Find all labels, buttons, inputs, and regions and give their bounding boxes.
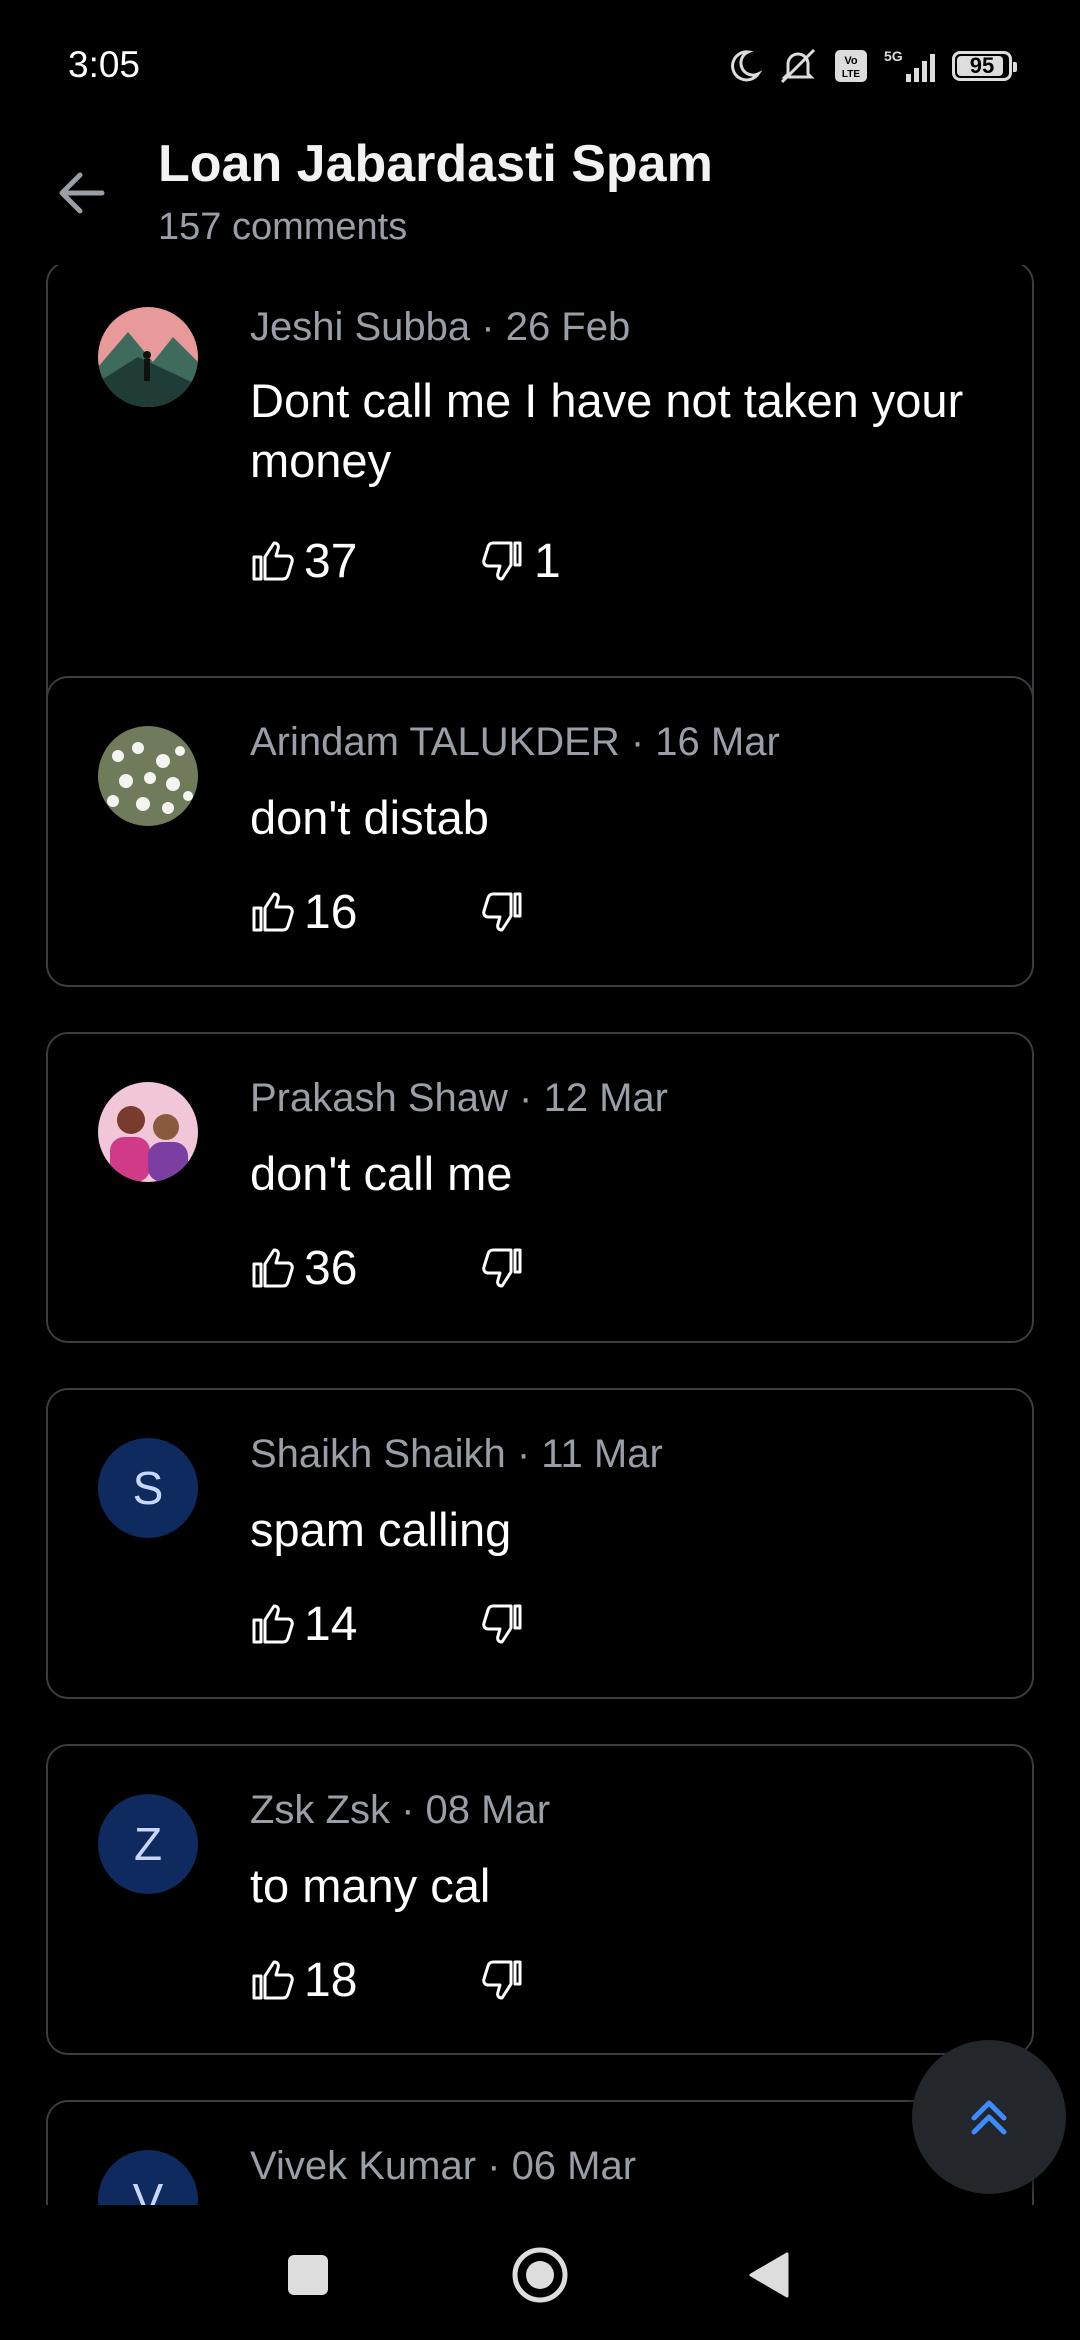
like-count: 14 [304,1597,358,1651]
thumbs-down-icon [482,541,522,581]
comment-text: don't distab [250,791,489,844]
vote-row: 36 [250,1240,522,1296]
arrow-left-icon [59,172,105,214]
vote-row: 37 1 [250,533,561,589]
comment-meta: Jeshi Subba · 26 Feb [250,305,631,349]
comment-text: to many cal [250,1859,491,1912]
battery-icon: 95 [952,51,1017,81]
vote-row: 16 [250,884,522,940]
thumbs-up-icon [252,541,294,581]
comment-text: Dont call me I have not taken your money [250,374,964,487]
svg-text:5G: 5G [884,48,903,64]
comment-meta: Shaikh Shaikh · 11 Mar [250,1432,663,1476]
avatar-letter: Z [133,1818,163,1870]
dislike-button[interactable] [480,884,534,940]
back-triangle-icon [749,2252,789,2298]
thumbs-up-icon [252,1248,294,1288]
svg-text:LTE: LTE [842,69,860,80]
dislike-button[interactable] [480,1240,534,1296]
avatar[interactable]: Z [98,1794,198,1894]
avatar-letter: V [132,2174,164,2205]
scroll-to-top-button[interactable] [912,2040,1066,2194]
thumbs-up-icon [252,1960,294,2000]
comment-card: V Vivek Kumar · 06 Mar [46,2100,1034,2205]
comment-meta: Arindam TALUKDER · 16 Mar [250,720,780,764]
battery-level: 95 [969,53,995,78]
status-bar: 3:05 Vo LTE 5G 95 [0,0,1080,130]
moon-icon [726,48,762,84]
comment-card: Prakash Shaw · 12 Mar don't call me 36 [46,1032,1034,1343]
thumbs-down-icon [482,1604,522,1644]
dislike-button[interactable]: 1 [480,533,561,589]
like-button[interactable]: 36 [250,1241,357,1296]
like-count: 36 [304,1241,358,1295]
svg-text:Vo: Vo [844,55,858,67]
like-count: 16 [304,885,358,939]
thumbs-down-icon [482,1960,522,2000]
system-nav-bar [0,2205,1080,2340]
like-count: 37 [304,534,358,588]
vote-row: 18 [250,1952,522,2008]
home-circle-icon [512,2247,568,2303]
comment-text: spam calling [250,1503,512,1556]
avatar-letter: S [132,1462,164,1514]
comment-meta: Vivek Kumar · 06 Mar [250,2144,637,2188]
comment-meta: Prakash Shaw · 12 Mar [250,1076,668,1120]
recents-button[interactable] [268,2235,348,2315]
home-button[interactable] [500,2235,580,2315]
dislike-button[interactable] [480,1596,534,1652]
like-button[interactable]: 18 [250,1953,357,2008]
recents-square-icon [288,2255,328,2295]
dislike-button[interactable] [480,1952,534,2008]
back-nav-button[interactable] [728,2235,808,2315]
comment-card: S Shaikh Shaikh · 11 Mar spam calling 14 [46,1388,1034,1699]
thumbs-up-icon [252,1604,294,1644]
like-button[interactable]: 14 [250,1597,357,1652]
dislike-count: 1 [534,534,561,588]
avatar[interactable] [98,1082,198,1182]
comment-card: Arindam TALUKDER · 16 Mar don't distab 1… [46,676,1034,987]
avatar[interactable] [98,726,198,826]
status-time: 3:05 [68,44,141,85]
comment-meta: Zsk Zsk · 08 Mar [250,1788,551,1832]
thumbs-down-icon [482,892,522,932]
signal-icon: 5G [882,48,938,84]
page-title: Loan Jabardasti Spam [158,135,713,193]
volte-icon: Vo LTE [834,49,868,83]
mute-bell-icon [776,46,820,86]
comment-card: Z Zsk Zsk · 08 Mar to many cal 18 [46,1744,1034,2055]
status-icons: Vo LTE 5G 95 [726,44,1017,88]
app-header: Loan Jabardasti Spam 157 comments [0,130,1080,260]
comments-list[interactable]: Jeshi Subba · 26 Feb Dont call me I have… [0,265,1080,2205]
comment-count: 157 comments [158,206,408,248]
avatar[interactable] [98,307,198,407]
comment-text: don't call me [250,1147,513,1200]
avatar[interactable]: V [98,2150,198,2205]
like-button[interactable]: 37 [250,534,357,589]
like-count: 18 [304,1953,358,2007]
like-button[interactable]: 16 [250,885,357,940]
thumbs-up-icon [252,892,294,932]
thumbs-down-icon [482,1248,522,1288]
double-chevron-up-icon [971,2100,1007,2135]
avatar[interactable]: S [98,1438,198,1538]
vote-row: 14 [250,1596,522,1652]
back-button[interactable] [48,160,114,226]
